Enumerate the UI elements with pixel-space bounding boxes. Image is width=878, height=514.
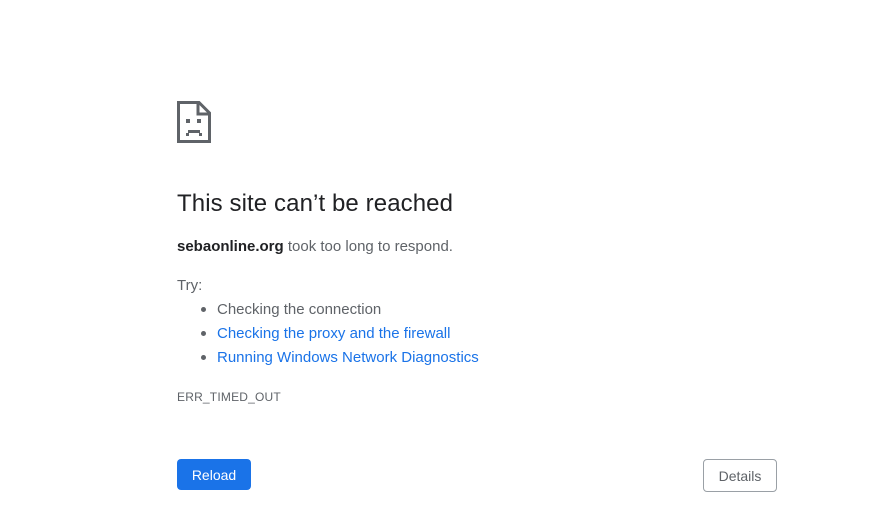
error-code: ERR_TIMED_OUT: [177, 390, 281, 404]
error-page: This site can’t be reached sebaonline.or…: [0, 0, 878, 514]
reload-button[interactable]: Reload: [177, 459, 251, 490]
check-proxy-firewall-link[interactable]: Checking the proxy and the firewall: [217, 325, 450, 342]
summary-text: took too long to respond.: [283, 238, 453, 255]
try-label: Try:: [177, 277, 203, 294]
network-diagnostics-link[interactable]: Running Windows Network Diagnostics: [217, 349, 479, 366]
suggestion-check-connection: Checking the connection: [177, 300, 479, 324]
suggestion-list: Checking the connection Checking the pro…: [177, 300, 479, 372]
suggestion-item: Running Windows Network Diagnostics: [177, 348, 479, 372]
error-summary: sebaonline.org took too long to respond.: [177, 238, 453, 255]
suggestion-item: Checking the proxy and the firewall: [177, 324, 479, 348]
details-button[interactable]: Details: [703, 459, 777, 492]
sad-document-icon: [177, 101, 211, 143]
host-name: sebaonline.org: [177, 238, 284, 255]
page-title: This site can’t be reached: [177, 190, 454, 217]
